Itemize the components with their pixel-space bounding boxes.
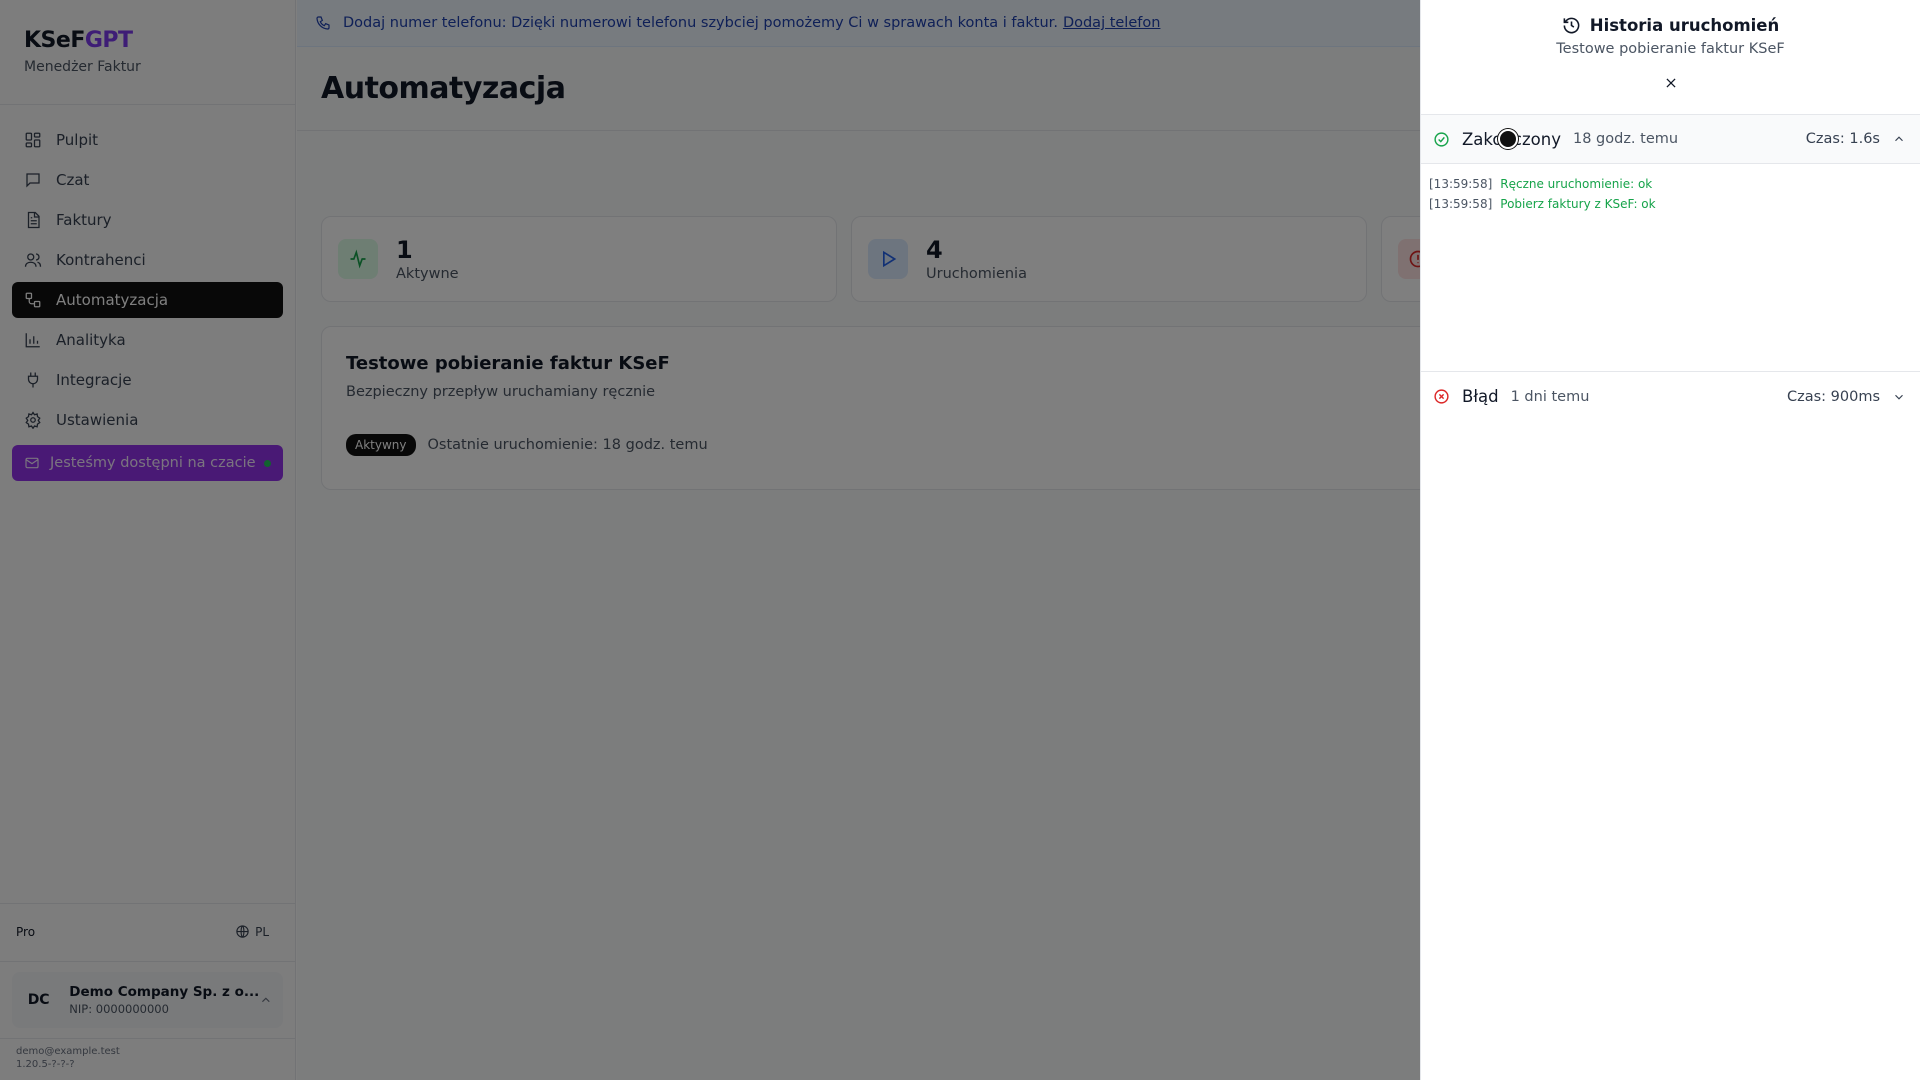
run-row[interactable]: Błąd 1 dni temu Czas: 900ms (1421, 372, 1920, 421)
run-time-ago: 1 dni temu (1510, 388, 1590, 405)
mouse-cursor (1498, 129, 1518, 149)
log-line: [13:59:58] Pobierz faktury z KSeF: ok (1429, 194, 1912, 214)
run-history-drawer: Historia uruchomień Testowe pobieranie f… (1420, 0, 1920, 1080)
drawer-header: Historia uruchomień Testowe pobieranie f… (1421, 0, 1920, 115)
run-duration: Czas: 900ms (1786, 388, 1880, 405)
chevron-up-icon (1895, 136, 1903, 142)
log-message: Ręczne uruchomienie: ok (1500, 177, 1653, 191)
chevron-down-icon (1895, 394, 1903, 400)
drawer-subtitle: Testowe pobieranie faktur KSeF (1556, 41, 1785, 57)
close-button[interactable] (1661, 73, 1681, 93)
history-icon (1563, 17, 1580, 34)
close-icon (1666, 78, 1676, 88)
x-circle-icon (1434, 389, 1449, 404)
check-circle-icon (1434, 131, 1449, 147)
log-time: [13:59:58] (1429, 177, 1493, 191)
run-status: Błąd (1462, 387, 1499, 406)
log-message: Pobierz faktury z KSeF: ok (1500, 197, 1656, 211)
log-time: [13:59:58] (1429, 197, 1493, 211)
drawer-title: Historia uruchomień (1421, 16, 1920, 35)
log-line: [13:59:58] Ręczne uruchomienie: ok (1429, 174, 1912, 194)
run-log-panel: [13:59:58] Ręczne uruchomienie: ok [13:5… (1421, 164, 1920, 372)
run-row[interactable]: Zakończony 18 godz. temu Czas: 1.6s (1421, 115, 1920, 164)
run-duration: Czas: 1.6s (1805, 131, 1880, 147)
run-time-ago: 18 godz. temu (1572, 131, 1679, 147)
